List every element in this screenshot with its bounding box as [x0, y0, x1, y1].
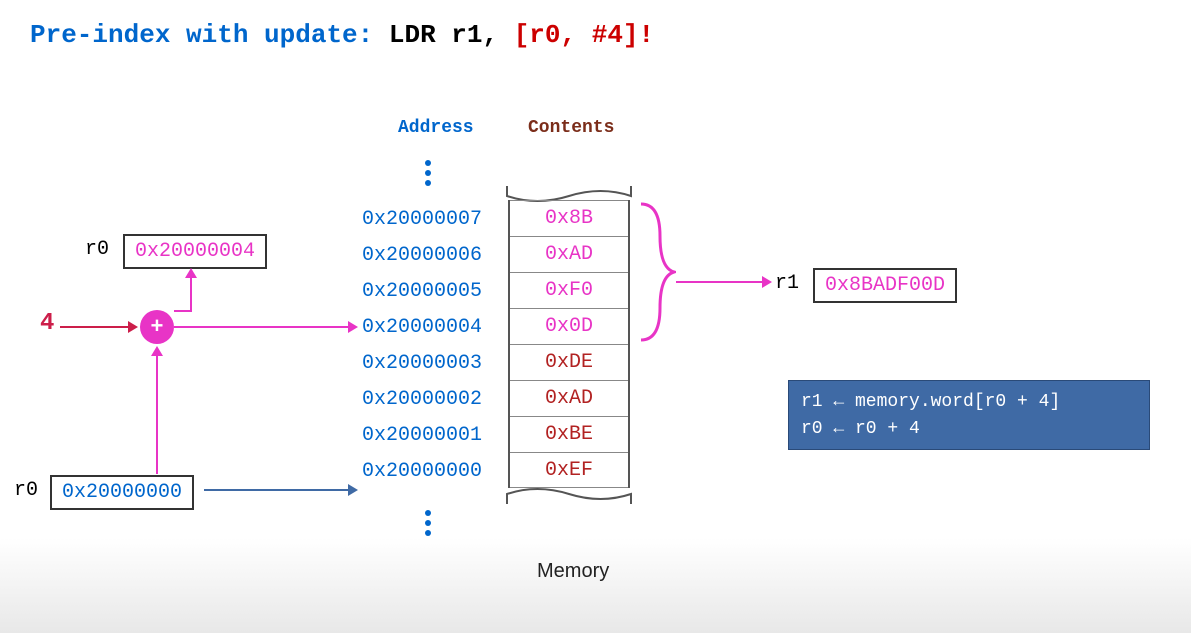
memory-torn-bottom: [506, 486, 632, 506]
brace-icon: [636, 200, 676, 344]
memory-row: 0x8B: [510, 200, 628, 236]
arrow-adder-to-r0updated-h: [174, 310, 192, 312]
arrow-head-icon: [762, 276, 772, 288]
arrow-offset-to-adder: [60, 326, 130, 328]
memory-row: 0xAD: [510, 380, 628, 416]
memory-row: 0x0D: [510, 308, 628, 344]
arrow-head-icon: [348, 321, 358, 333]
register-r0-updated: 0x20000004: [123, 234, 267, 269]
memory-row: 0xDE: [510, 344, 628, 380]
pseudocode-line: r0 ← r0 + 4: [801, 416, 1137, 443]
memory-address: 0x20000006: [362, 244, 482, 267]
memory-address: 0x20000007: [362, 208, 482, 231]
title-mnemonic: LDR r1,: [389, 20, 514, 50]
arrow-r0-to-base-address: [204, 489, 350, 491]
pseudocode-box: r1 ← memory.word[r0 + 4] r0 ← r0 + 4: [788, 380, 1150, 450]
memory-caption: Memory: [537, 560, 609, 583]
memory-row: 0xEF: [510, 452, 628, 488]
arrow-adder-to-r0updated: [190, 278, 192, 310]
memory-value: 0xEF: [545, 459, 593, 482]
arrow-head-icon: [185, 268, 197, 278]
memory-address: 0x20000004: [362, 316, 482, 339]
column-header-address: Address: [398, 118, 474, 138]
ellipsis-top: [425, 160, 431, 186]
title-prefix: Pre-index with update:: [30, 20, 373, 50]
arrow-word-to-r1: [676, 281, 764, 283]
adder-icon: +: [140, 310, 174, 344]
memory-address: 0x20000005: [362, 280, 482, 303]
register-r1-label: r1: [775, 272, 799, 295]
memory-value: 0xDE: [545, 351, 593, 374]
arrow-head-icon: [348, 484, 358, 496]
arrow-head-icon: [128, 321, 138, 333]
memory-value: 0x8B: [545, 207, 593, 230]
register-r0-updated-label: r0: [85, 238, 109, 261]
title-operand: [r0, #4]!: [514, 20, 654, 50]
register-r0-initial: 0x20000000: [50, 475, 194, 510]
memory-value: 0xAD: [545, 387, 593, 410]
memory-row: 0xAD: [510, 236, 628, 272]
diagram-title: Pre-index with update: LDR r1, [r0, #4]!: [30, 20, 654, 50]
memory-address: 0x20000000: [362, 460, 482, 483]
offset-constant: 4: [40, 310, 54, 337]
pseudocode-line: r1 ← memory.word[r0 + 4]: [801, 389, 1137, 416]
column-header-contents: Contents: [528, 118, 614, 138]
memory-address: 0x20000002: [362, 388, 482, 411]
register-r0-initial-label: r0: [14, 479, 38, 502]
arrow-head-icon: [151, 346, 163, 356]
memory-row: 0xBE: [510, 416, 628, 452]
memory-address: 0x20000001: [362, 424, 482, 447]
memory-address: 0x20000003: [362, 352, 482, 375]
arrow-r0-to-adder: [156, 356, 158, 474]
arrow-adder-to-address: [174, 326, 350, 328]
memory-row: 0xF0: [510, 272, 628, 308]
memory-value: 0xAD: [545, 243, 593, 266]
memory-value: 0xBE: [545, 423, 593, 446]
memory-value: 0x0D: [545, 315, 593, 338]
ellipsis-bottom: [425, 510, 431, 536]
memory-table: 0x8B 0xAD 0xF0 0x0D 0xDE 0xAD 0xBE 0xEF: [508, 200, 630, 488]
register-r1: 0x8BADF00D: [813, 268, 957, 303]
memory-value: 0xF0: [545, 279, 593, 302]
